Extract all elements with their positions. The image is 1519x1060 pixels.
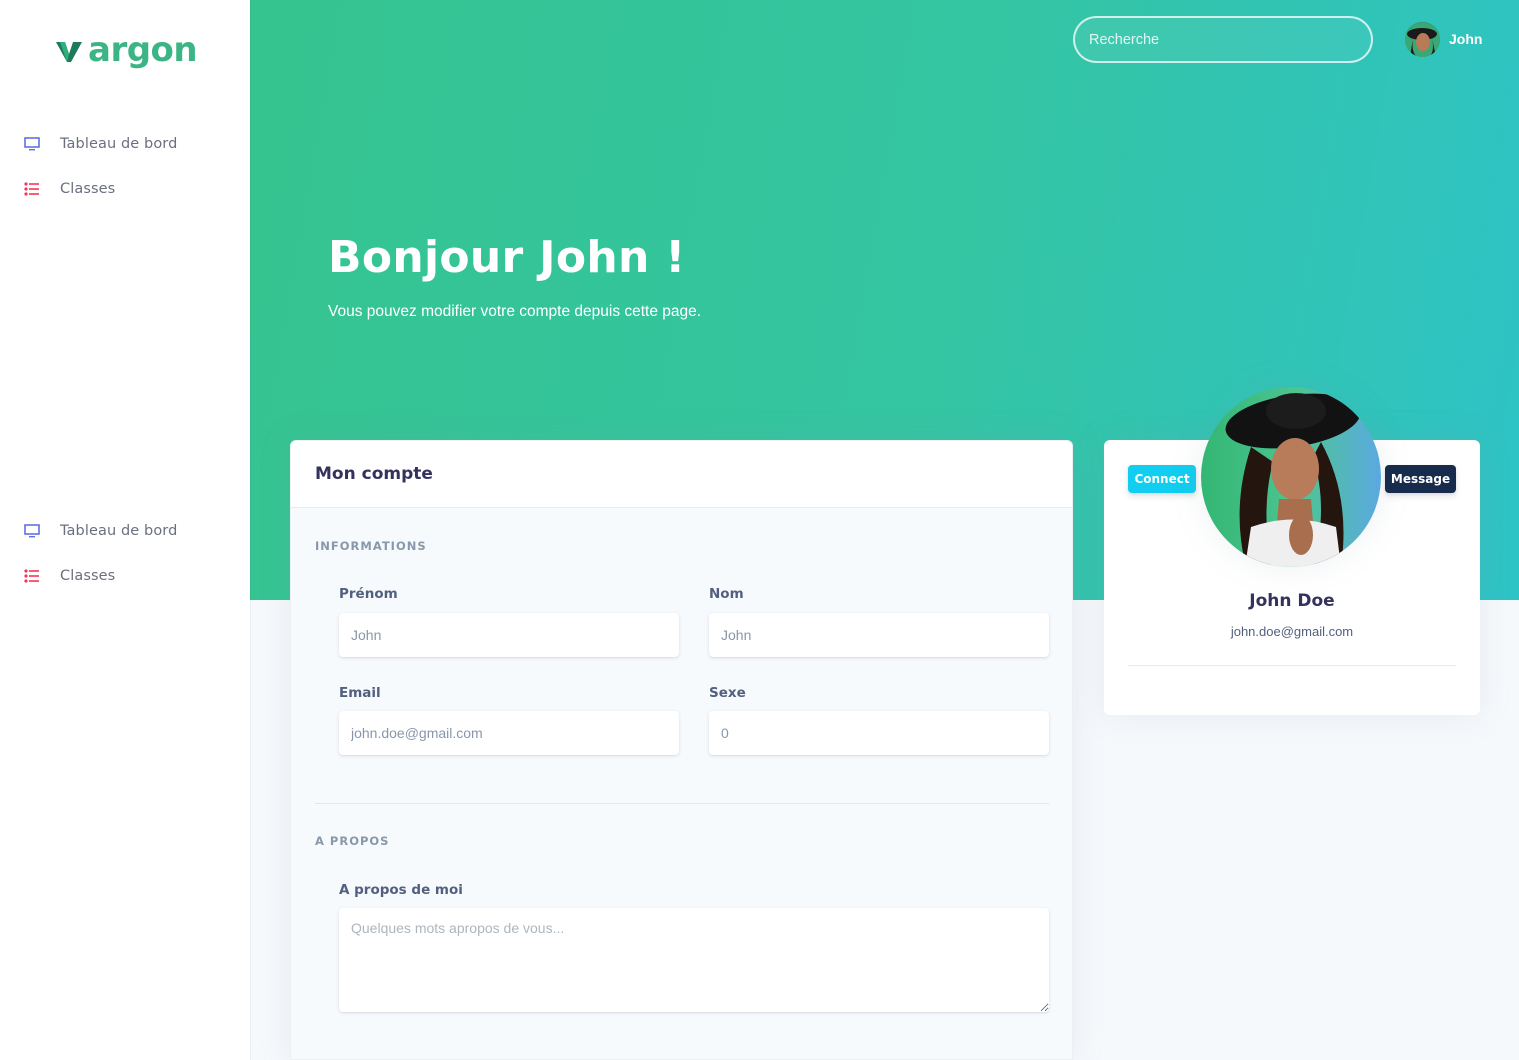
- sidebar-nav-primary: Tableau de bord Classes: [0, 121, 250, 211]
- message-button[interactable]: Message: [1385, 465, 1456, 493]
- account-card: Mon compte INFORMATIONS Prénom Nom Email…: [290, 440, 1073, 1060]
- sidebar-item-label: Tableau de bord: [60, 135, 178, 152]
- brand-logo[interactable]: argon: [56, 30, 198, 74]
- profile-name: John Doe: [1249, 591, 1335, 611]
- prenom-label: Prénom: [339, 586, 398, 602]
- email-label: Email: [339, 685, 381, 701]
- monitor-icon: [24, 523, 40, 539]
- user-name: John: [1449, 31, 1483, 47]
- page-subtitle: Vous pouvez modifier votre compte depuis…: [328, 303, 702, 320]
- list-icon: [24, 181, 40, 197]
- section-heading-informations: INFORMATIONS: [315, 539, 427, 553]
- argon-logo-icon: [56, 42, 82, 62]
- sidebar-item-tableau-de-bord[interactable]: Tableau de bord: [0, 508, 250, 553]
- profile-divider: [1128, 665, 1456, 666]
- list-icon: [24, 568, 40, 584]
- nom-label: Nom: [709, 586, 744, 602]
- sidebar-item-label: Classes: [60, 567, 116, 584]
- page-title: Bonjour John !: [328, 232, 686, 283]
- section-divider: [315, 803, 1049, 804]
- profile-email: john.doe@gmail.com: [1230, 624, 1354, 639]
- avatar: [1405, 21, 1440, 57]
- about-textarea[interactable]: [339, 908, 1049, 1012]
- email-field[interactable]: [339, 711, 679, 755]
- sidebar-item-classes[interactable]: Classes: [0, 166, 250, 211]
- account-card-title: Mon compte: [315, 464, 433, 484]
- profile-photo[interactable]: [1201, 387, 1381, 567]
- sidebar: argon Tableau de bord Classes Tableau de…: [0, 0, 250, 1060]
- user-menu[interactable]: John: [1405, 21, 1482, 57]
- sidebar-item-tableau-de-bord[interactable]: Tableau de bord: [0, 121, 250, 166]
- sexe-field[interactable]: [709, 711, 1049, 755]
- monitor-icon: [24, 136, 40, 152]
- sexe-label: Sexe: [709, 685, 746, 701]
- account-card-header: Mon compte: [291, 441, 1072, 508]
- sidebar-item-label: Tableau de bord: [60, 522, 178, 539]
- profile-photo-image: [1201, 387, 1381, 567]
- about-label: A propos de moi: [339, 882, 463, 898]
- search-input[interactable]: [1073, 16, 1373, 63]
- sidebar-item-classes[interactable]: Classes: [0, 553, 250, 598]
- brand-name: argon: [88, 30, 198, 70]
- sidebar-nav-secondary: Tableau de bord Classes: [0, 508, 250, 598]
- nom-field[interactable]: [709, 613, 1049, 657]
- connect-button[interactable]: Connect: [1128, 465, 1196, 493]
- sidebar-item-label: Classes: [60, 180, 116, 197]
- prenom-field[interactable]: [339, 613, 679, 657]
- section-heading-a-propos: A PROPOS: [315, 834, 390, 848]
